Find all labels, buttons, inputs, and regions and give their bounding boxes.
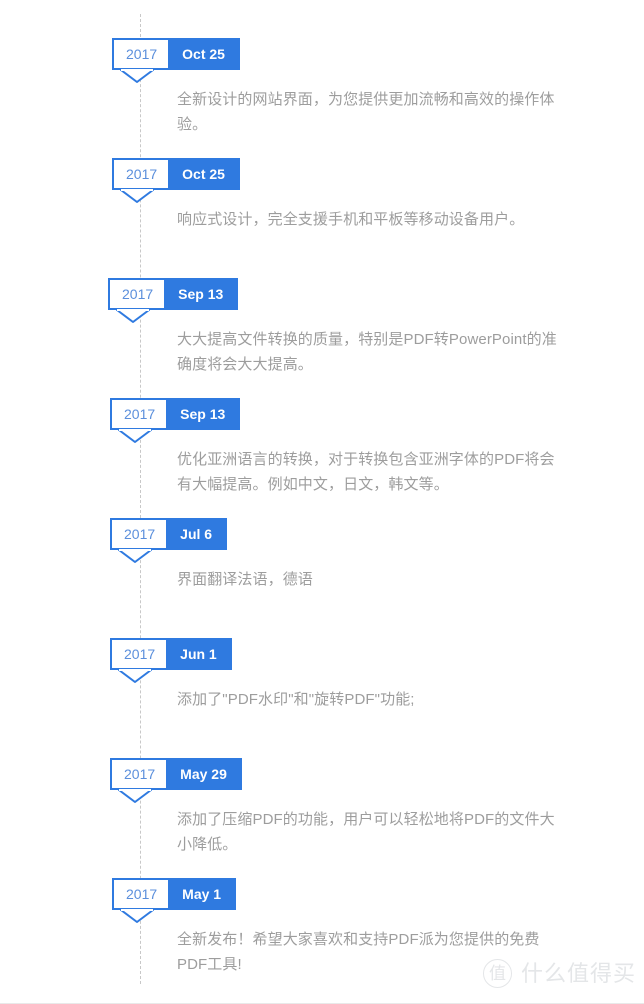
badge-pointer-icon xyxy=(120,909,154,923)
timeline-badge-date: Oct 25 xyxy=(168,38,240,70)
timeline-badge-year: 2017 xyxy=(110,638,167,670)
timeline-date-badge[interactable]: 2017 May 29 xyxy=(110,758,242,803)
timeline-badge-date: Sep 13 xyxy=(164,278,239,310)
timeline-entry-description: 响应式设计，完全支援手机和平板等移动设备用户。 xyxy=(177,211,525,228)
badge-pointer-icon xyxy=(118,669,152,683)
timeline-date-badge[interactable]: 2017 Oct 25 xyxy=(112,158,240,203)
timeline-badge-date: Jul 6 xyxy=(166,518,228,550)
timeline-entry-description: 全新设计的网站界面，为您提供更加流畅和高效的操作体验。 xyxy=(177,91,555,133)
badge-pointer-icon xyxy=(118,789,152,803)
timeline-date-badge[interactable]: 2017 Jul 6 xyxy=(110,518,228,563)
badge-pointer-icon xyxy=(118,549,152,563)
timeline-badge-date: Oct 25 xyxy=(168,158,240,190)
timeline-badge-year: 2017 xyxy=(110,758,167,790)
timeline-date-badge[interactable]: 2017 Sep 13 xyxy=(108,278,239,323)
timeline-badge-year: 2017 xyxy=(110,398,167,430)
timeline-badge-date: May 1 xyxy=(168,878,237,910)
timeline-entry-description: 界面翻译法语，德语 xyxy=(177,571,313,588)
timeline-entry-description: 全新发布！希望大家喜欢和支持PDF派为您提供的免费PDF工具! xyxy=(177,931,540,973)
timeline-badge-year: 2017 xyxy=(112,158,169,190)
timeline-date-badge[interactable]: 2017 Jun 1 xyxy=(110,638,232,683)
badge-pointer-icon xyxy=(116,309,150,323)
timeline-badge-year: 2017 xyxy=(112,38,169,70)
timeline-badge-date: May 29 xyxy=(166,758,242,790)
timeline-date-badge[interactable]: 2017 May 1 xyxy=(112,878,237,923)
timeline-badge-date: Sep 13 xyxy=(166,398,241,430)
timeline-entry-description: 添加了"PDF水印"和"旋转PDF"功能; xyxy=(177,691,415,708)
timeline-badge-year: 2017 xyxy=(112,878,169,910)
timeline-badge-year: 2017 xyxy=(108,278,165,310)
timeline-badge-date: Jun 1 xyxy=(166,638,232,670)
timeline-date-badge[interactable]: 2017 Sep 13 xyxy=(110,398,241,443)
timeline-entry-description: 添加了压缩PDF的功能，用户可以轻松地将PDF的文件大小降低。 xyxy=(177,811,555,853)
timeline-entry-description: 大大提高文件转换的质量，特别是PDF转PowerPoint的准确度将会大大提高。 xyxy=(177,331,557,373)
badge-pointer-icon xyxy=(120,189,154,203)
timeline: 2017 Oct 25 全新设计的网站界面，为您提供更加流畅和高效的操作体验。 201… xyxy=(0,0,644,1004)
timeline-badge-year: 2017 xyxy=(110,518,167,550)
timeline-date-badge[interactable]: 2017 Oct 25 xyxy=(112,38,240,83)
badge-pointer-icon xyxy=(120,69,154,83)
timeline-entry-description: 优化亚洲语言的转换，对于转换包含亚洲字体的PDF将会有大幅提高。例如中文，日文，… xyxy=(177,451,555,493)
badge-pointer-icon xyxy=(118,429,152,443)
